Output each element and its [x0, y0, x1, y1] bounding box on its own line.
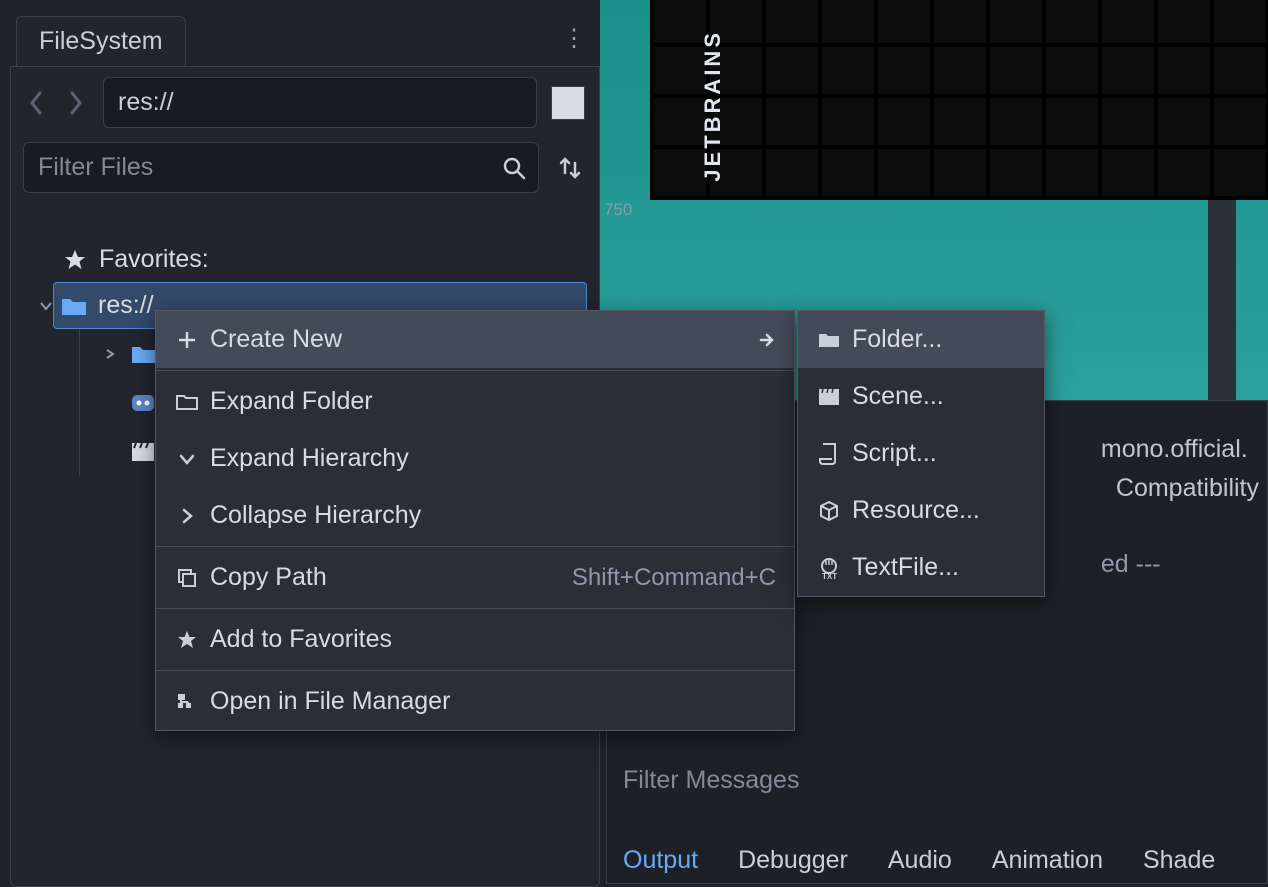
chevron-down-icon: [174, 446, 200, 472]
submenu-folder[interactable]: Folder...: [798, 311, 1044, 368]
menu-label: Expand Hierarchy: [210, 444, 409, 473]
submenu-scene[interactable]: Scene...: [798, 368, 1044, 425]
menu-copy-path[interactable]: Copy Path Shift+Command+C: [156, 549, 794, 606]
tab-debugger[interactable]: Debugger: [738, 846, 848, 875]
search-icon: [501, 155, 527, 181]
textfile-icon: TXT: [816, 555, 842, 581]
menu-add-to-favorites[interactable]: Add to Favorites: [156, 611, 794, 668]
output-panel-tabs: Output Debugger Audio Animation Shade: [623, 846, 1215, 875]
tree-root-label: res://: [98, 291, 154, 320]
output-line: mono.official.: [1101, 435, 1248, 463]
chevron-right-icon: [174, 503, 200, 529]
scene-icon: [816, 384, 842, 410]
filter-messages-label: Filter Messages: [623, 766, 799, 795]
submenu-script[interactable]: Script...: [798, 425, 1044, 482]
menu-create-new[interactable]: Create New: [156, 311, 794, 368]
jetbrains-watermark: JETBRAINS: [700, 30, 726, 182]
context-menu: Create New Expand Folder Expand Hierarch…: [155, 310, 795, 731]
panel-menu-button[interactable]: ⋮: [562, 24, 584, 53]
star-icon: [61, 248, 89, 272]
menu-label: Copy Path: [210, 563, 327, 592]
path-bar: [23, 77, 587, 128]
favorites-label: Favorites:: [99, 245, 209, 274]
menu-open-in-file-manager[interactable]: Open in File Manager: [156, 673, 794, 730]
nav-forward-button[interactable]: [63, 87, 89, 119]
menu-label: Expand Folder: [210, 387, 373, 416]
output-line: Compatibility: [1116, 474, 1259, 502]
menu-label: Open in File Manager: [210, 687, 450, 716]
svg-text:TXT: TXT: [822, 572, 837, 580]
submenu-label: TextFile...: [852, 553, 959, 582]
submenu-arrow-icon: [758, 331, 776, 349]
copy-icon: [174, 565, 200, 591]
output-log: mono.official. Compatibility ed ---: [1101, 431, 1259, 584]
filesystem-tab[interactable]: FileSystem: [16, 16, 186, 66]
ruler-tick-value: 750: [604, 200, 632, 220]
plus-icon: [174, 327, 200, 353]
file-manager-icon: [174, 689, 200, 715]
create-new-submenu: Folder... Scene... Script... Resource...…: [797, 310, 1045, 597]
menu-expand-folder[interactable]: Expand Folder: [156, 373, 794, 430]
tab-shade[interactable]: Shade: [1143, 846, 1215, 875]
script-icon: [816, 441, 842, 467]
expand-toggle[interactable]: [104, 348, 120, 360]
menu-shortcut: Shift+Command+C: [572, 564, 776, 592]
submenu-textfile[interactable]: TXT TextFile...: [798, 539, 1044, 596]
folder-outline-icon: [174, 389, 200, 415]
folder-icon: [60, 294, 88, 318]
path-input[interactable]: [103, 77, 537, 128]
filter-files-input[interactable]: [23, 142, 539, 193]
menu-label: Create New: [210, 325, 342, 354]
menu-expand-hierarchy[interactable]: Expand Hierarchy: [156, 430, 794, 487]
favorites-row[interactable]: Favorites:: [55, 237, 587, 282]
nav-back-button[interactable]: [23, 87, 49, 119]
submenu-label: Folder...: [852, 325, 942, 354]
resource-icon: [816, 498, 842, 524]
tab-output[interactable]: Output: [623, 846, 698, 875]
submenu-label: Script...: [852, 439, 937, 468]
filter-bar: [23, 142, 587, 193]
submenu-label: Scene...: [852, 382, 944, 411]
tab-audio[interactable]: Audio: [888, 846, 952, 875]
submenu-resource[interactable]: Resource...: [798, 482, 1044, 539]
star-icon: [174, 627, 200, 653]
menu-collapse-hierarchy[interactable]: Collapse Hierarchy: [156, 487, 794, 544]
folder-icon: [130, 343, 158, 365]
tab-animation[interactable]: Animation: [992, 846, 1103, 875]
scene-icon: [130, 441, 156, 463]
menu-label: Add to Favorites: [210, 625, 392, 654]
viewport-grid: [650, 0, 1268, 200]
submenu-label: Resource...: [852, 496, 980, 525]
filesystem-panel-header: FileSystem ⋮: [10, 10, 600, 67]
expand-toggle[interactable]: [39, 299, 53, 313]
output-line: ed ---: [1101, 550, 1161, 578]
path-view-button[interactable]: [551, 86, 585, 120]
sort-button[interactable]: [553, 151, 587, 185]
godot-icon: [130, 391, 156, 415]
menu-label: Collapse Hierarchy: [210, 501, 421, 530]
folder-icon: [816, 327, 842, 353]
